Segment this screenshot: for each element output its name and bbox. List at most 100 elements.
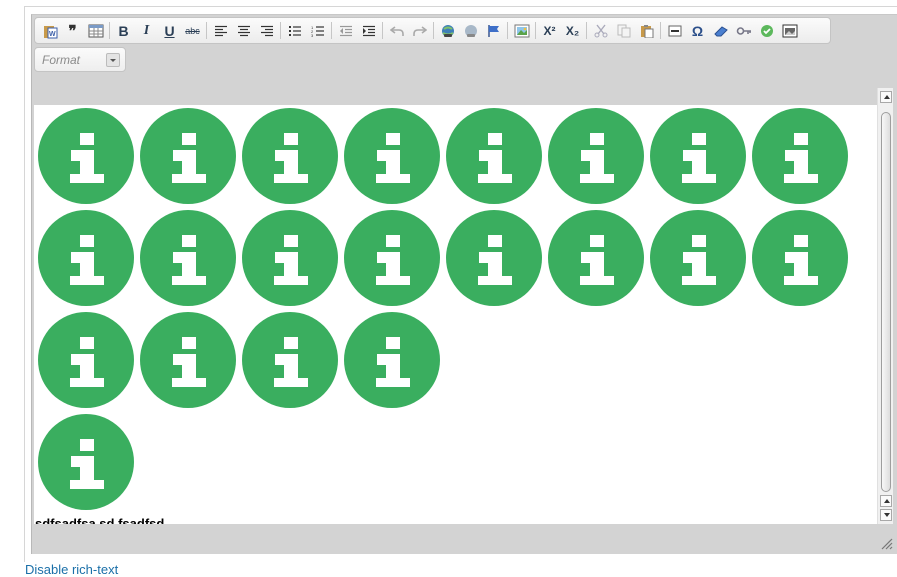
horizontal-rule-icon (668, 25, 681, 36)
info-icon[interactable] (38, 312, 134, 408)
format-dropdown[interactable]: Format (34, 47, 126, 72)
subscript-button[interactable]: X₂ (561, 20, 584, 42)
toolbar-separator (433, 22, 434, 39)
editor-content-area[interactable]: sdfsadfsa sd fsadfsd (34, 105, 877, 524)
outdent-button[interactable] (334, 20, 357, 42)
anchor-flag-icon (487, 24, 499, 37)
svg-text:3: 3 (311, 33, 314, 37)
anchor-button[interactable] (482, 20, 505, 42)
toolbar-separator (280, 22, 281, 39)
align-right-button[interactable] (255, 20, 278, 42)
paste-icon (640, 24, 653, 38)
image-button[interactable] (510, 20, 533, 42)
info-icon[interactable] (548, 210, 644, 306)
align-center-button[interactable] (232, 20, 255, 42)
outdent-icon (339, 25, 352, 36)
strikethrough-icon: abc (185, 25, 200, 36)
paste-button[interactable] (635, 20, 658, 42)
scroll-up-arrow-icon[interactable] (880, 91, 892, 103)
strikethrough-button[interactable]: abc (181, 20, 204, 42)
blockquote-button[interactable]: ❞ (61, 20, 84, 42)
svg-text:W: W (49, 31, 56, 38)
info-icon[interactable] (140, 108, 236, 204)
toolbar-separator (109, 22, 110, 39)
info-icon[interactable] (38, 108, 134, 204)
info-icon[interactable] (752, 210, 848, 306)
align-left-icon (214, 25, 227, 36)
toolbar-separator (586, 22, 587, 39)
check-button[interactable] (755, 20, 778, 42)
info-icon[interactable] (548, 108, 644, 204)
cut-button[interactable] (589, 20, 612, 42)
horizontal-rule-button[interactable] (663, 20, 686, 42)
info-icon[interactable] (38, 414, 134, 510)
resize-grip-icon[interactable] (879, 536, 893, 550)
icon-row (38, 414, 140, 510)
media-embed-button[interactable] (778, 20, 801, 42)
icon-row (38, 312, 446, 408)
cut-icon (594, 24, 607, 37)
italic-button[interactable]: I (135, 20, 158, 42)
remove-format-button[interactable] (709, 20, 732, 42)
superscript-icon: X² (543, 23, 556, 38)
disable-rich-text-link[interactable]: Disable rich-text (25, 562, 118, 577)
info-icon[interactable] (140, 312, 236, 408)
redo-icon (412, 25, 427, 36)
info-icon[interactable] (344, 108, 440, 204)
key-icon (736, 26, 751, 35)
blockquote-icon: ❞ (68, 22, 77, 40)
editor-toolbar: W ❞ B I U abc 123 X² X₂ Ω (34, 17, 831, 44)
info-icon[interactable] (344, 210, 440, 306)
unlink-button[interactable] (459, 20, 482, 42)
underline-icon: U (164, 22, 175, 39)
info-icon[interactable] (38, 210, 134, 306)
format-label: Format (42, 53, 81, 67)
undo-button[interactable] (385, 20, 408, 42)
table-button[interactable] (84, 20, 107, 42)
info-icon[interactable] (242, 108, 338, 204)
copy-icon (617, 24, 630, 37)
info-icon[interactable] (140, 210, 236, 306)
bulleted-list-button[interactable] (283, 20, 306, 42)
key-button[interactable] (732, 20, 755, 42)
scrollbar-thumb[interactable] (881, 112, 891, 492)
content-text: sdfsadfsa sd fsadfsd (35, 516, 165, 524)
special-character-button[interactable]: Ω (686, 20, 709, 42)
info-icon[interactable] (242, 210, 338, 306)
info-icon[interactable] (446, 108, 542, 204)
special-character-icon: Ω (691, 22, 704, 39)
vertical-scrollbar[interactable] (877, 88, 893, 524)
toolbar-separator (507, 22, 508, 39)
link-button[interactable] (436, 20, 459, 42)
underline-button[interactable]: U (158, 20, 181, 42)
toolbar-separator (660, 22, 661, 39)
icon-row (38, 108, 854, 204)
bulleted-list-icon (288, 25, 301, 36)
align-right-icon (260, 25, 273, 36)
info-icon[interactable] (752, 108, 848, 204)
italic-icon: I (143, 22, 150, 38)
align-left-button[interactable] (209, 20, 232, 42)
scroll-down-arrow-icon[interactable] (880, 509, 892, 521)
indent-button[interactable] (357, 20, 380, 42)
superscript-button[interactable]: X² (538, 20, 561, 42)
bold-button[interactable]: B (112, 20, 135, 42)
image-icon (514, 24, 529, 37)
numbered-list-icon: 123 (311, 25, 324, 37)
scroll-up-arrow-icon[interactable] (880, 495, 892, 507)
media-embed-icon (782, 24, 797, 37)
chevron-down-icon[interactable] (106, 53, 120, 67)
unlink-icon (464, 24, 477, 37)
toolbar-separator (206, 22, 207, 39)
copy-button[interactable] (612, 20, 635, 42)
toolbar-separator (535, 22, 536, 39)
info-icon[interactable] (446, 210, 542, 306)
info-icon[interactable] (242, 312, 338, 408)
paste-from-word-button[interactable]: W (38, 20, 61, 42)
info-icon[interactable] (650, 108, 746, 204)
align-center-icon (237, 25, 250, 36)
info-icon[interactable] (344, 312, 440, 408)
redo-button[interactable] (408, 20, 431, 42)
info-icon[interactable] (650, 210, 746, 306)
numbered-list-button[interactable]: 123 (306, 20, 329, 42)
